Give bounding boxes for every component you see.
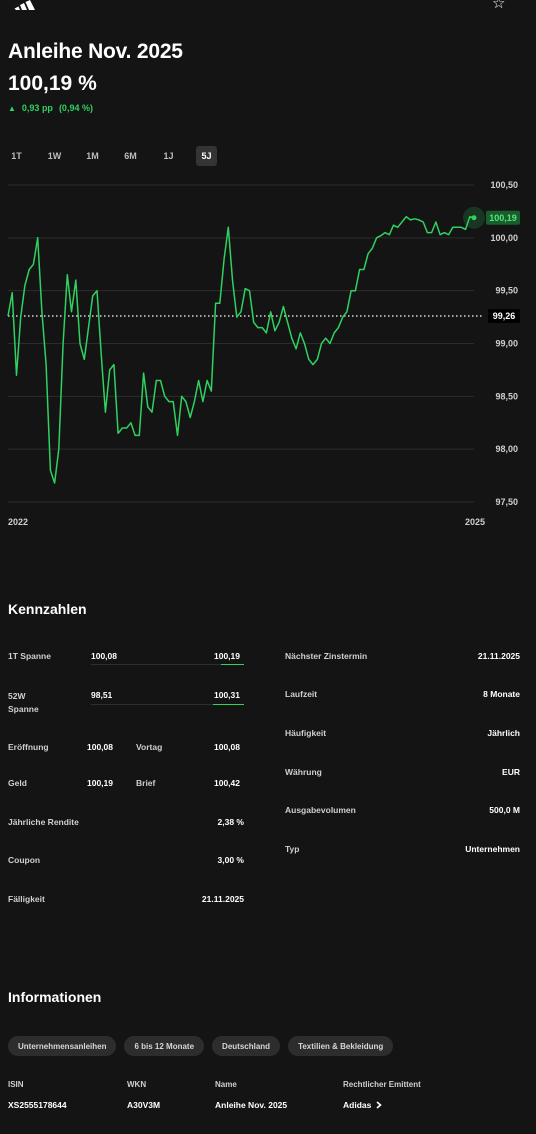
range-tab-5j[interactable]: 5J xyxy=(196,146,217,166)
brief-value: 100,42 xyxy=(214,778,240,788)
change-percent: (0,94 %) xyxy=(58,103,93,113)
y-tick-label: 98,50 xyxy=(495,391,518,401)
eroeffnung-label: Eröffnung xyxy=(8,742,49,752)
x-end-label: 2025 xyxy=(465,517,485,527)
haeufigkeit-value: Jährlich xyxy=(487,728,520,738)
y-tick-label: 97,50 xyxy=(495,497,518,507)
wkn-value: A30V3M xyxy=(127,1100,161,1110)
zinstermin-label: Nächster Zinstermin xyxy=(285,651,368,661)
spanne-52w-high: 100,31 xyxy=(214,690,240,700)
emittent-link[interactable]: Adidas xyxy=(343,1100,383,1110)
tag-list: Unternehmensanleihen 6 bis 12 Monate Deu… xyxy=(8,1036,394,1056)
star-icon[interactable]: ☆ xyxy=(492,0,510,11)
waehrung-label: Währung xyxy=(285,767,322,777)
geld-label: Geld xyxy=(8,778,27,788)
emittent-label: Rechtlicher Emittent xyxy=(343,1080,421,1089)
y-tick-label: 100,50 xyxy=(490,180,518,190)
rendite-label: Jährliche Rendite xyxy=(8,817,79,827)
tag-laufzeit[interactable]: 6 bis 12 Monate xyxy=(124,1036,205,1056)
adidas-logo-icon[interactable] xyxy=(14,0,40,10)
spanne-52w-label-line2: Spanne xyxy=(8,704,39,714)
geld-value: 100,19 xyxy=(87,778,113,788)
coupon-label: Coupon xyxy=(8,855,41,865)
coupon-value: 3,00 % xyxy=(217,855,244,865)
spanne-1t-low: 100,08 xyxy=(91,651,117,661)
typ-label: Typ xyxy=(285,844,300,854)
spanne-1t-bar-fill xyxy=(221,664,244,665)
spanne-52w-label: 52W Spanne xyxy=(8,690,39,716)
range-tab-1w[interactable]: 1W xyxy=(44,146,65,166)
y-tick-label: 99,50 xyxy=(495,286,518,296)
vortag-value: 100,08 xyxy=(214,742,240,752)
informationen-heading: Informationen xyxy=(8,989,102,1005)
range-tab-1j[interactable]: 1J xyxy=(158,146,179,166)
haeufigkeit-label: Häufigkeit xyxy=(285,728,327,738)
vortag-label: Vortag xyxy=(136,742,163,752)
chevron-right-icon xyxy=(376,1101,383,1109)
name-value: Anleihe Nov. 2025 xyxy=(215,1100,288,1110)
rendite-value: 2,38 % xyxy=(217,817,244,827)
range-tab-1t[interactable]: 1T xyxy=(6,146,27,166)
laufzeit-value: 8 Monate xyxy=(483,689,520,699)
price-chart[interactable]: 100,50 100,00 99,50 99,00 98,50 98,00 97,50 99,… xyxy=(0,170,536,540)
price-line xyxy=(7,215,475,484)
last-value-label: 100,19 xyxy=(489,213,517,223)
x-start-label: 2022 xyxy=(8,517,28,527)
spanne-1t-label: 1T Spanne xyxy=(8,651,51,661)
isin-value: XS2555178644 xyxy=(8,1100,67,1110)
bond-title: Anleihe Nov. 2025 xyxy=(8,40,183,63)
top-bar: ☆ xyxy=(0,0,536,14)
y-tick-label: 98,00 xyxy=(495,444,518,454)
spanne-52w-bar-fill xyxy=(213,704,244,705)
zinstermin-value: 21.11.2025 xyxy=(477,651,520,661)
change-absolute: 0,93 pp xyxy=(21,103,53,113)
waehrung-value: EUR xyxy=(502,767,520,777)
tag-land[interactable]: Deutschland xyxy=(212,1036,281,1056)
spanne-52w-low: 98,51 xyxy=(91,690,113,700)
y-tick-label: 100,00 xyxy=(490,233,518,243)
spanne-52w-label-line1: 52W xyxy=(8,691,26,701)
range-tab-6m[interactable]: 6M xyxy=(120,146,141,166)
bond-price: 100,19 % xyxy=(8,72,97,95)
name-label: Name xyxy=(215,1080,237,1089)
y-tick-label: 99,00 xyxy=(495,339,518,349)
volumen-label: Ausgabevolumen xyxy=(285,805,356,815)
faelligkeit-label: Fälligkeit xyxy=(8,894,45,904)
laufzeit-label: Laufzeit xyxy=(285,689,318,699)
volumen-value: 500,0 M xyxy=(489,805,520,815)
kennzahlen-heading: Kennzahlen xyxy=(8,601,87,617)
wkn-label: WKN xyxy=(127,1080,147,1089)
up-arrow-icon: ▲ xyxy=(8,103,16,113)
brief-label: Brief xyxy=(136,778,156,788)
faelligkeit-value: 21.11.2025 xyxy=(201,894,244,904)
spanne-1t-high: 100,19 xyxy=(214,651,240,661)
emittent-value: Adidas xyxy=(343,1100,372,1110)
last-point xyxy=(471,215,477,221)
eroeffnung-value: 100,08 xyxy=(87,742,113,752)
tag-branche[interactable]: Textilien & Bekleidung xyxy=(288,1036,394,1056)
isin-label: ISIN xyxy=(8,1080,24,1089)
range-selector: 1T 1W 1M 6M 1J 5J xyxy=(6,146,234,166)
range-tab-1m[interactable]: 1M xyxy=(82,146,103,166)
typ-value: Unternehmen xyxy=(465,844,520,854)
reference-label: 99,26 xyxy=(493,311,516,321)
tag-unternehmensanleihen[interactable]: Unternehmensanleihen xyxy=(8,1036,117,1056)
spanne-52w-bar xyxy=(91,704,244,705)
price-change: ▲ 0,93 pp (0,94 %) xyxy=(8,103,93,113)
spanne-1t-bar xyxy=(91,664,244,665)
